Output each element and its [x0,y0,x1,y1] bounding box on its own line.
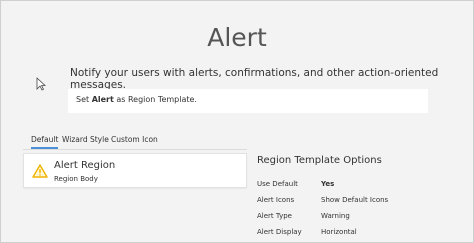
option-value: Warning [321,212,350,220]
option-label: Alert Icons [257,196,295,204]
template-note-prefix: Set [76,95,92,104]
app-frame: Alert Notify your users with alerts, con… [0,0,474,243]
option-label: Alert Display [257,228,302,236]
mouse-cursor-icon [36,77,46,91]
option-value: Horizontal [321,228,357,236]
tab-default[interactable]: Default [31,135,59,149]
options-title: Region Template Options [257,155,382,166]
option-value: Yes [321,180,335,188]
warning-icon [32,164,48,178]
alert-region: Alert Region Region Body [23,153,247,188]
template-note-bold: Alert [91,95,114,104]
tab-wizard-style[interactable]: Wizard Style [62,135,109,144]
page-description: Notify your users with alerts, confirmat… [70,67,439,91]
option-value: Show Default Icons [321,196,389,204]
alert-body: Region Body [54,175,98,183]
template-note: Set Alert as Region Template. [68,89,428,113]
tab-bar: Default Wizard Style Custom Icon [23,131,247,150]
alert-title: Alert Region [54,160,116,171]
template-note-suffix: as Region Template. [113,95,197,104]
option-label: Alert Type [257,212,292,220]
option-label: Use Default [257,180,298,188]
page-title: Alert [207,23,267,52]
tab-custom-icon[interactable]: Custom Icon [111,135,158,144]
